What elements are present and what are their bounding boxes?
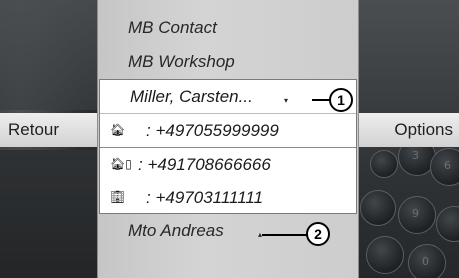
list-item-mto-andreas[interactable]: Mto Andreas — [128, 221, 224, 241]
home-mobile-icon: 🏠︎▯ — [110, 157, 132, 171]
phone-number-row[interactable]: 🏢︎ : +49703111111 — [100, 181, 356, 214]
phone-number-row[interactable]: 🏠︎ : +497055999999 — [100, 113, 356, 147]
phone-number: : +49703111111 — [146, 188, 264, 207]
phone-number: : +497055999999 — [146, 121, 279, 140]
keypad-digit: 9 — [412, 207, 419, 220]
keypad-key — [436, 206, 459, 242]
keypad-key — [366, 236, 404, 274]
back-softkey[interactable]: Retour — [0, 113, 98, 147]
phone-number-row[interactable]: 🏠︎▯ : +491708666666 — [100, 148, 356, 181]
callout-leader — [262, 234, 308, 236]
head-unit-screen: 3 6 9 0 Retour Options MB Contact MB Wor… — [0, 0, 459, 278]
selected-contact-name: Miller, Carsten... — [130, 87, 253, 106]
keypad-key — [370, 150, 398, 178]
callout-1: 1 — [329, 88, 353, 112]
callout-leader — [312, 99, 330, 101]
list-item-mb-workshop[interactable]: MB Workshop — [128, 52, 235, 72]
home-icon: 🏠︎ — [110, 123, 126, 137]
keypad-key — [360, 190, 396, 226]
keypad-digit: 6 — [444, 159, 451, 172]
keypad-key: 6 — [430, 148, 459, 186]
keypad-digit: 3 — [412, 149, 419, 162]
keypad-key: 9 — [398, 196, 436, 234]
selected-contact-row[interactable]: Miller, Carsten... ▾ — [100, 80, 356, 113]
keypad-key: 0 — [408, 244, 446, 278]
keypad-digit: 0 — [422, 255, 429, 268]
office-icon: 🏢︎ — [110, 190, 126, 204]
list-item-mb-contact[interactable]: MB Contact — [128, 18, 217, 38]
phone-number: : +491708666666 — [138, 155, 271, 174]
callout-2: 2 — [306, 222, 330, 246]
options-softkey[interactable]: Options — [358, 113, 459, 147]
